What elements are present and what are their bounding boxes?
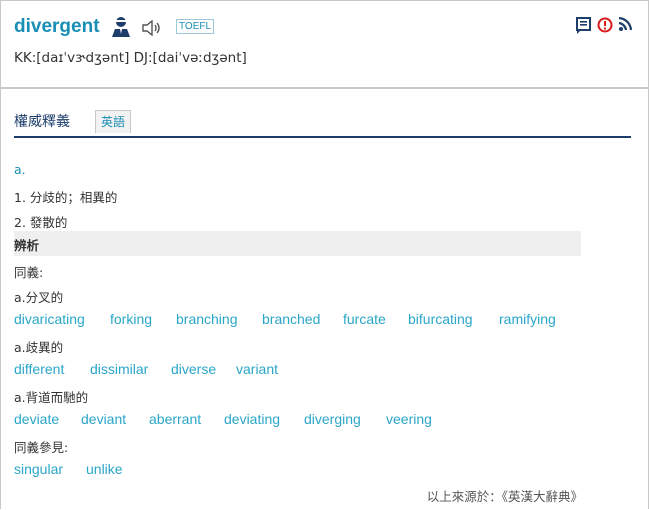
part-of-speech: a.: [14, 162, 26, 177]
see-also-link[interactable]: singular: [14, 461, 63, 477]
speaker-icon[interactable]: [142, 19, 162, 37]
synonym-link[interactable]: divaricating: [14, 311, 85, 327]
synonym-link[interactable]: variant: [236, 361, 278, 377]
group-label: a.分叉的: [14, 290, 64, 305]
synonym-link[interactable]: deviate: [14, 411, 59, 427]
source-note: 以上來源於：《英漢大辭典》: [426, 489, 583, 504]
header-divider: [0, 87, 649, 89]
synonym-link[interactable]: diverging: [304, 411, 361, 427]
rss-icon[interactable]: [618, 16, 633, 37]
synonym-link[interactable]: dissimilar: [90, 361, 148, 377]
see-also-label: 同義參見:: [14, 440, 69, 455]
user-icon[interactable]: [111, 16, 131, 38]
see-also-link[interactable]: unlike: [86, 461, 123, 477]
tab-bar: 權威釋義 英語: [14, 108, 631, 138]
toolbar: [575, 16, 635, 37]
entry-header: divergent TOEFL KK:[daɪˈvɝdʒənt] DJ:[dai…: [0, 0, 649, 88]
synonym-link[interactable]: forking: [110, 311, 152, 327]
phonetics: KK:[daɪˈvɝdʒənt] DJ:[daiˈvəːdʒənt]: [14, 50, 247, 66]
synonym-link[interactable]: deviating: [224, 411, 280, 427]
tab-authoritative[interactable]: 權威釋義: [14, 111, 70, 131]
synonym-link[interactable]: branching: [176, 311, 238, 327]
synonym-link[interactable]: diverse: [171, 361, 216, 377]
analysis-heading: 辨析: [14, 238, 40, 253]
synonym-link[interactable]: deviant: [81, 411, 126, 427]
synonym-link[interactable]: furcate: [343, 311, 386, 327]
synonym-link[interactable]: veering: [386, 411, 432, 427]
synonym-link[interactable]: different: [14, 361, 64, 377]
headword: divergent: [14, 16, 100, 37]
alert-icon[interactable]: [597, 17, 613, 37]
bookmark-icon[interactable]: [575, 17, 593, 39]
synonym-link[interactable]: ramifying: [499, 311, 556, 327]
analysis-heading-band: 辨析: [14, 231, 581, 256]
exam-tag: TOEFL: [176, 19, 215, 34]
group-label: a.背道而馳的: [14, 390, 89, 405]
synonym-link[interactable]: bifurcating: [408, 311, 473, 327]
synonyms-label: 同義:: [14, 265, 44, 280]
synonym-link[interactable]: aberrant: [149, 411, 201, 427]
definition-1: 1. 分歧的；相異的: [14, 190, 118, 205]
tab-english[interactable]: 英語: [95, 110, 132, 133]
synonym-link[interactable]: branched: [262, 311, 320, 327]
group-label: a.歧異的: [14, 340, 64, 355]
definition-2: 2. 發散的: [14, 215, 68, 230]
